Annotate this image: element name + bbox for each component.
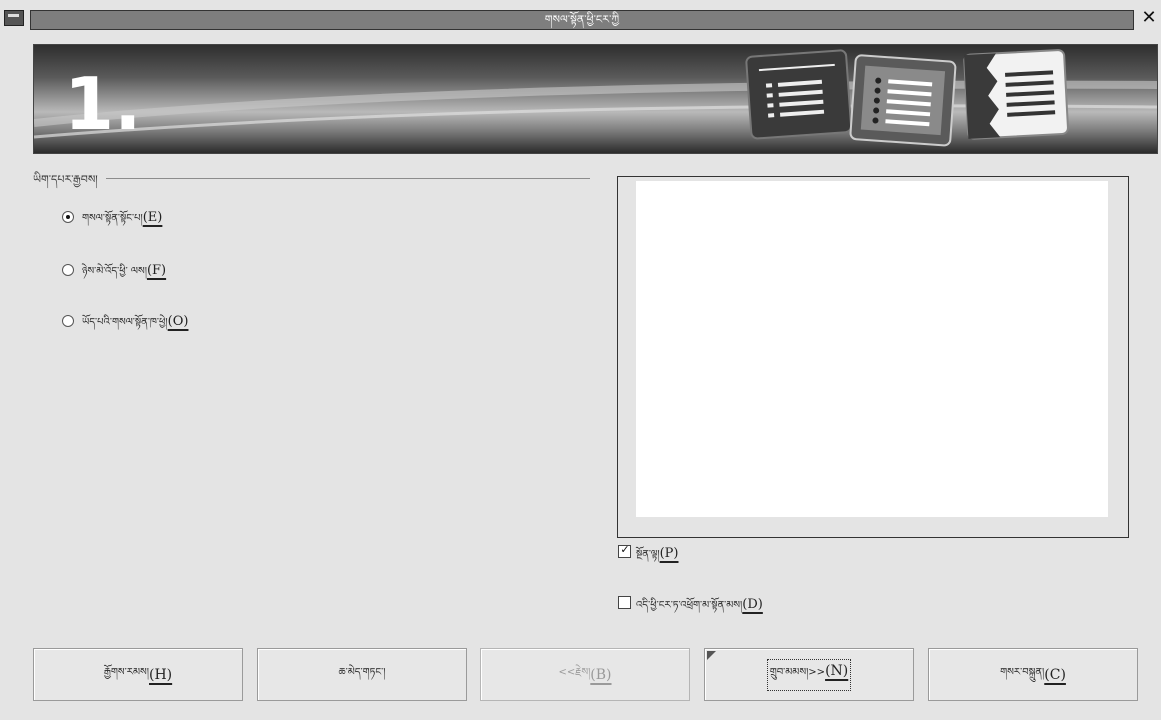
radio-button[interactable] — [62, 264, 74, 276]
close-icon[interactable]: ✕ — [1139, 8, 1159, 28]
radio-button[interactable] — [62, 315, 74, 327]
option-mnemonic: (F) — [146, 263, 167, 278]
banner-artwork — [34, 49, 1157, 147]
focus-rect: གྲུབ་མམས།>>(N) — [766, 658, 852, 691]
button-label: <<རྗེས། — [558, 666, 591, 678]
option-label: གསལ་སྟོན་སྟོང་པ། — [82, 213, 143, 224]
group-label: ཡིག་དཔར་རྒྱབས། — [33, 167, 102, 198]
radio-button[interactable] — [62, 211, 74, 223]
checkbox[interactable]: ✓ — [618, 543, 631, 558]
checkbox-mnemonic: (P) — [659, 546, 679, 561]
next-button[interactable]: གྲུབ་མམས།>>(N) — [704, 648, 914, 701]
check-icon: ✓ — [620, 543, 630, 556]
window-titlebar: གསལ་སྟོན་ཕྱི་ངར་ཀྱི ✕ — [0, 0, 1161, 30]
button-label: གྲུབ་མམས།>> — [769, 666, 826, 678]
help-button[interactable]: རྒྱོགས་རམས། (H) — [33, 648, 243, 701]
layout-thumbnail-icon-3 — [963, 49, 1069, 140]
button-mnemonic: (N) — [825, 662, 849, 679]
checkbox-label: སྔོན་ལྟ། — [636, 549, 660, 560]
step-number: 1. — [64, 62, 142, 146]
back-button[interactable]: <<རྗེས། (B) — [480, 648, 690, 701]
cancel-button[interactable]: ཆ་མེད་གཏང་། — [257, 648, 467, 701]
option-label: ཉེས་མེ་འོད་ཕྱི་ ལས། — [82, 266, 147, 277]
checkbox-label: འདི་ཕྱི་ངར་ཏ་འཕྲོག་མ་སྟོན་མས། — [636, 600, 743, 611]
option-mnemonic: (E) — [142, 210, 163, 225]
button-mnemonic: (C) — [1044, 666, 1066, 683]
layout-thumbnail-icon-1 — [745, 49, 853, 140]
create-button[interactable]: གསར་བསྐྲུན། (C) — [928, 648, 1138, 701]
button-label: གསར་བསྐྲུན། — [1000, 666, 1045, 678]
wizard-banner: 1. — [33, 44, 1158, 154]
layout-thumbnail-icon-2 — [849, 54, 957, 147]
group-divider — [106, 178, 590, 179]
window-menu-icon[interactable] — [4, 10, 24, 26]
preview-panel — [617, 176, 1129, 538]
window-title[interactable]: གསལ་སྟོན་ཕྱི་ངར་ཀྱི — [30, 10, 1134, 30]
button-mnemonic: (B) — [590, 666, 612, 683]
checkbox[interactable] — [618, 596, 631, 609]
checkbox-mnemonic: (D) — [742, 597, 763, 612]
preview-canvas — [636, 181, 1108, 517]
option-label: ཡོད་པའི་གསལ་སྟོན་ཁ་ཕྱེ། — [82, 317, 168, 328]
default-button-indicator-icon — [707, 651, 716, 660]
option-mnemonic: (O) — [167, 314, 189, 329]
button-label: ཆ་མེད་གཏང་། — [338, 666, 386, 678]
button-label: རྒྱོགས་རམས། — [103, 666, 149, 678]
button-mnemonic: (H) — [149, 666, 173, 683]
